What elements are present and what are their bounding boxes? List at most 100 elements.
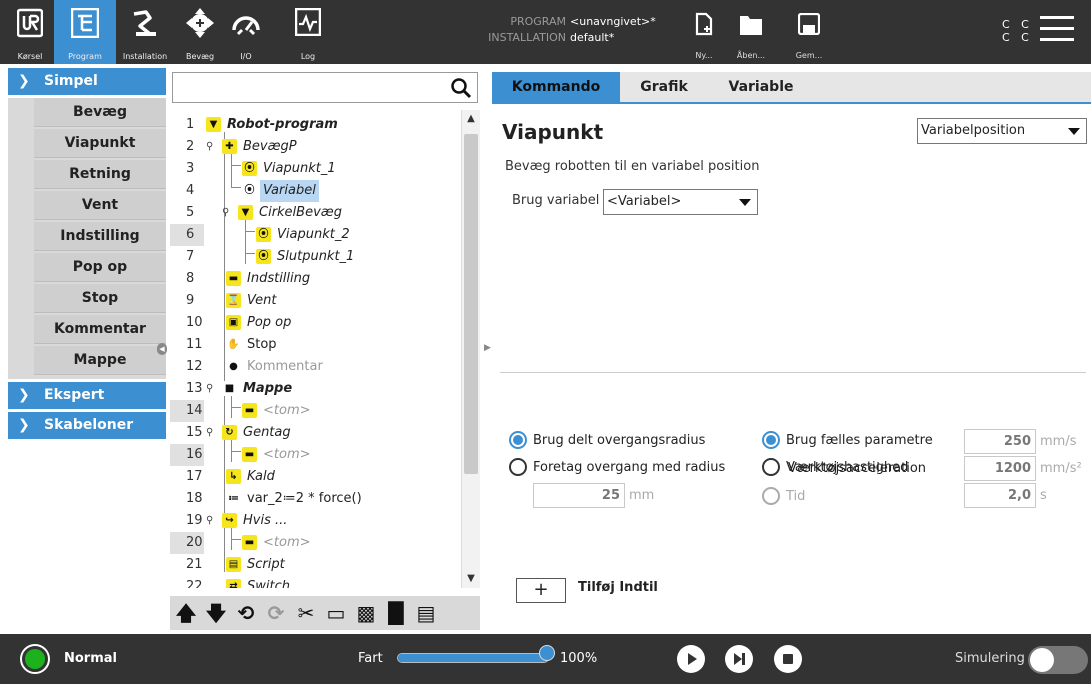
tree-row[interactable]: 1 ▼ Robot-program <box>170 114 462 136</box>
blend-radius-field[interactable]: 25 <box>533 483 625 508</box>
tree-row[interactable]: 3 ⦿ Viapunkt_1 <box>170 158 462 180</box>
speed-slider[interactable] <box>397 653 549 663</box>
tool-speed-field[interactable]: 250 <box>964 429 1036 454</box>
nav-program-button[interactable]: Program <box>54 0 116 64</box>
scrollbar-thumb[interactable] <box>464 134 478 474</box>
tree-row[interactable]: 5 ⚲ ▼ CirkelBevæg <box>170 202 462 224</box>
nav-run-button[interactable]: Kørsel <box>8 0 52 64</box>
step-button[interactable] <box>725 645 753 673</box>
command-tabs: Kommando Grafik Variable <box>492 72 1091 102</box>
move-up-icon[interactable]: 🡅 <box>172 601 200 625</box>
add-until-button[interactable]: + <box>516 578 566 603</box>
tree-row[interactable]: 16 ▬ <tom> <box>170 444 462 466</box>
node-button-waypoint[interactable]: Viapunkt <box>34 129 166 158</box>
collapse-left-panel-icon[interactable]: ◀ <box>157 343 167 355</box>
folder-icon: ■ <box>222 381 237 396</box>
tree-row[interactable]: 8 ▬ Indstilling <box>170 268 462 290</box>
ur-logo-icon <box>16 8 44 42</box>
shared-blend-radio[interactable]: Brug delt overgangsradius <box>509 430 705 452</box>
delete-trash-icon[interactable]: █ <box>382 601 410 625</box>
move-down-icon[interactable]: 🡇 <box>202 601 230 625</box>
pin-icon: ⚲ <box>206 515 214 526</box>
node-button-stop[interactable]: Stop <box>34 284 166 313</box>
node-button-move[interactable]: Bevæg <box>34 98 166 127</box>
tree-row[interactable]: 9 ⌛ Vent <box>170 290 462 312</box>
nav-io-button[interactable]: I/O <box>224 0 268 64</box>
tree-row[interactable]: 6 ⦿ Viapunkt_2 <box>170 224 462 246</box>
scroll-down-icon[interactable]: ▼ <box>462 570 480 588</box>
search-icon[interactable] <box>449 76 473 100</box>
suppress-icon[interactable]: ▤ <box>412 601 440 625</box>
copy-icon[interactable]: ▭ <box>322 601 350 625</box>
variable-select[interactable]: <Variabel> <box>603 189 758 215</box>
tree-row[interactable]: 2 ⚲ ✚ BevægP <box>170 136 462 158</box>
common-params-radio[interactable]: Brug fælles parametre <box>762 430 933 452</box>
tree-row[interactable]: 13 ⚲ ■ Mappe <box>170 378 462 400</box>
log-graph-icon <box>294 7 322 40</box>
tree-row[interactable]: 21 ▤ Script <box>170 554 462 576</box>
nav-installation-button[interactable]: Installation <box>118 0 172 64</box>
robot-status-icon[interactable] <box>20 644 50 674</box>
tree-row[interactable]: 10 ▣ Pop op <box>170 312 462 334</box>
nav-log-button[interactable]: Log <box>286 0 330 64</box>
simulation-toggle[interactable] <box>1028 646 1088 674</box>
category-simple[interactable]: ❯ Simpel <box>8 68 166 95</box>
open-file-button[interactable]: Åben... <box>728 10 774 62</box>
cut-scissors-icon[interactable]: ✂ <box>292 601 320 625</box>
redo-icon[interactable]: ⟳ <box>262 601 290 625</box>
waypoint-type-select[interactable]: Variabelposition <box>917 118 1087 144</box>
tree-row[interactable]: 4 ⦿ Variabel <box>170 180 462 202</box>
collapse-tree-panel-icon[interactable]: ▶ <box>484 343 492 355</box>
undo-icon[interactable]: ⟲ <box>232 601 260 625</box>
program-tree: 1 ▼ Robot-program 2 ⚲ ✚ BevægP 3 ⦿ Viapu… <box>170 110 462 588</box>
node-button-wait[interactable]: Vent <box>34 191 166 220</box>
top-bar: Kørsel Program Installation Bevæg I/O Lo… <box>0 0 1091 64</box>
tab-kommando[interactable]: Kommando <box>492 72 620 102</box>
node-button-folder[interactable]: Mappe <box>34 346 166 375</box>
tree-row[interactable]: 11 ✋ Stop <box>170 334 462 356</box>
tree-row[interactable]: 17 ↳ Kald <box>170 466 462 488</box>
node-button-direction[interactable]: Retning <box>34 160 166 189</box>
speed-slider-handle[interactable] <box>539 645 555 661</box>
chevron-right-icon: ❯ <box>18 417 30 433</box>
new-file-button[interactable]: Ny... <box>681 10 727 62</box>
paste-clipboard-icon[interactable]: ▩ <box>352 601 380 625</box>
nav-move-button[interactable]: Bevæg <box>178 0 222 64</box>
blend-radius-unit: mm <box>629 488 655 503</box>
time-field[interactable]: 2,0 <box>964 483 1036 508</box>
play-button[interactable] <box>677 645 705 673</box>
tree-row[interactable]: 20 ▬ <tom> <box>170 532 462 554</box>
move-cross-icon <box>186 8 214 42</box>
robot-status-text: Normal <box>64 651 117 666</box>
tab-grafik[interactable]: Grafik <box>620 72 708 102</box>
cc-indicator: C C C C <box>1002 18 1033 44</box>
chevron-down-icon <box>739 199 751 206</box>
tree-row[interactable]: 12 ● Kommentar <box>170 356 462 378</box>
chevron-down-icon <box>1068 128 1080 135</box>
script-icon: ▤ <box>226 557 241 572</box>
tree-row[interactable]: 22 ⇄ Switch <box>170 576 462 588</box>
tree-search-input[interactable] <box>172 72 478 103</box>
tree-scrollbar[interactable]: ▲ ▼ <box>461 110 480 588</box>
stop-button[interactable] <box>774 645 802 673</box>
tree-row[interactable]: 14 ▬ <tom> <box>170 400 462 422</box>
category-templates[interactable]: ❯ Skabeloner <box>8 412 166 439</box>
tree-row[interactable]: 15 ⚲ ↻ Gentag <box>170 422 462 444</box>
empty-slot-icon: ▬ <box>242 447 257 462</box>
category-expert[interactable]: ❯ Ekspert <box>8 382 166 409</box>
node-button-comment[interactable]: Kommentar <box>34 315 166 344</box>
node-button-popup[interactable]: Pop op <box>34 253 166 282</box>
tree-row[interactable]: 18 ≔ var_2≔2 * force() <box>170 488 462 510</box>
save-file-button[interactable]: Gem... <box>786 10 832 62</box>
time-radio[interactable]: Tid <box>762 486 805 508</box>
robot-arm-icon <box>130 8 160 42</box>
tab-variable[interactable]: Variable <box>710 72 812 102</box>
hamburger-menu-icon[interactable] <box>1040 16 1074 44</box>
scroll-up-icon[interactable]: ▲ <box>462 110 480 128</box>
blend-radius-radio[interactable]: Foretag overgang med radius <box>509 457 725 479</box>
save-disk-icon <box>798 13 820 35</box>
tool-accel-field[interactable]: 1200 <box>964 456 1036 481</box>
tree-row[interactable]: 19 ⚲ ↪ Hvis ... <box>170 510 462 532</box>
node-button-set[interactable]: Indstilling <box>34 222 166 251</box>
tree-row[interactable]: 7 ⦿ Slutpunkt_1 <box>170 246 462 268</box>
